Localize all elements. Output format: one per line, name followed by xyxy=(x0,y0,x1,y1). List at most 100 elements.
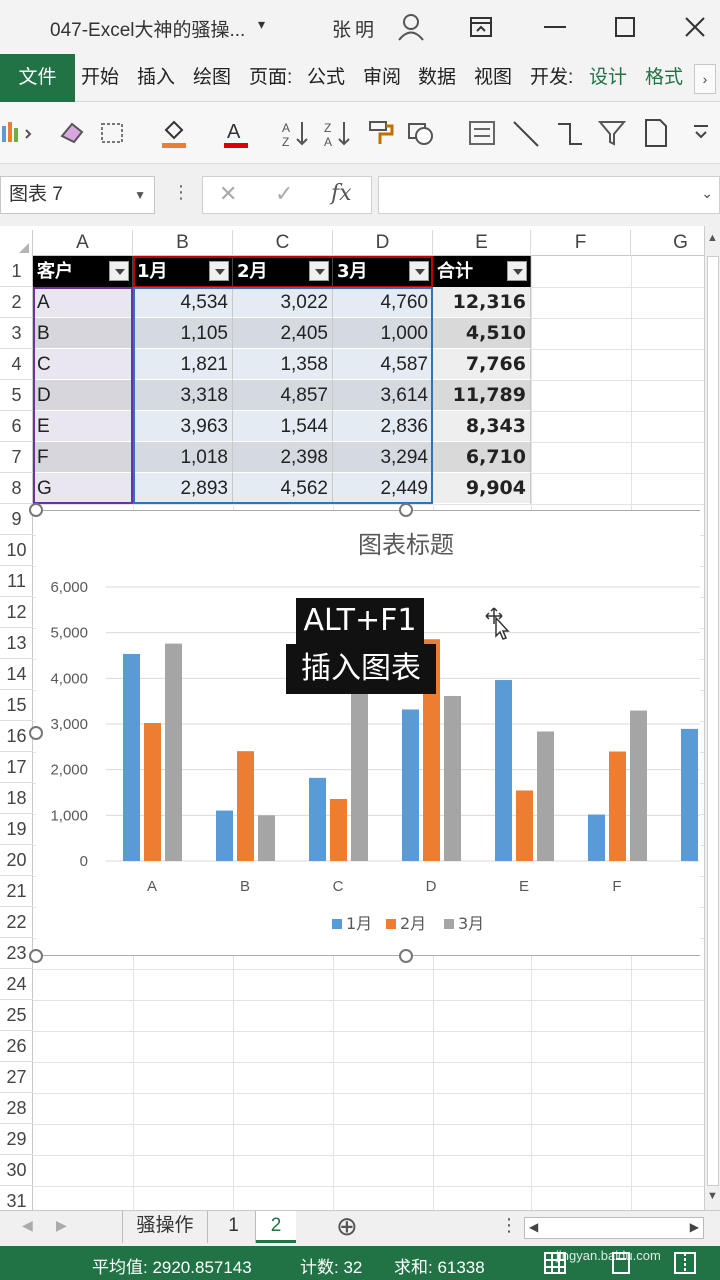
filter-dropdown-icon[interactable] xyxy=(209,261,229,281)
tab-page-layout[interactable]: 页面: xyxy=(249,54,292,102)
tab-design[interactable]: 设计 xyxy=(589,54,627,102)
filter-dropdown-icon[interactable] xyxy=(409,261,429,281)
ribbon-display-icon[interactable] xyxy=(466,12,496,42)
row-header[interactable]: 1 xyxy=(0,256,33,287)
table-cell[interactable]: 1,018 xyxy=(133,442,233,473)
next-sheet-icon[interactable]: ▶ xyxy=(56,1217,67,1234)
tab-file[interactable]: 文件 xyxy=(0,54,75,102)
row-header[interactable]: 18 xyxy=(0,783,33,814)
sheet-tab-active[interactable]: 2 xyxy=(256,1211,296,1243)
name-box-dropdown-icon[interactable]: ▼ xyxy=(134,177,146,213)
table-header-cell[interactable]: 客户 xyxy=(33,256,133,287)
chart-object[interactable]: 图表标题 0 1,000 2,000 3,000 4,000 5,000 6,000 A B C D E… xyxy=(36,510,704,956)
tab-home[interactable]: 开始 xyxy=(81,54,119,102)
table-cell[interactable]: 3,294 xyxy=(333,442,433,473)
chart-resize-handle[interactable] xyxy=(399,503,413,517)
document-icon[interactable] xyxy=(640,116,672,150)
table-cell[interactable]: 2,449 xyxy=(333,473,433,504)
connector-icon[interactable] xyxy=(554,116,586,150)
scroll-right-icon[interactable]: ▶ xyxy=(690,1220,699,1234)
row-header[interactable]: 3 xyxy=(0,318,33,349)
table-cell[interactable]: G xyxy=(33,473,133,504)
table-cell[interactable]: 4,534 xyxy=(133,287,233,318)
worksheet-grid[interactable]: ABCDEFG 1 2 3 4 5 6 7 8 9 10 11 12 13 14 15 16 17 18 19 20 2… xyxy=(0,226,704,1210)
row-header[interactable]: 20 xyxy=(0,845,33,876)
tab-developer[interactable]: 开发: xyxy=(530,54,573,102)
tab-scroll-right-icon[interactable]: › xyxy=(694,64,716,94)
selection-pane-icon[interactable] xyxy=(98,116,130,150)
row-header[interactable]: 15 xyxy=(0,690,33,721)
prev-sheet-icon[interactable]: ◀ xyxy=(22,1217,33,1234)
column-header[interactable]: C xyxy=(233,230,333,256)
row-header[interactable]: 5 xyxy=(0,380,33,411)
shapes-icon[interactable] xyxy=(406,116,438,150)
table-cell[interactable]: 4,510 xyxy=(433,318,531,349)
table-cell[interactable]: 6,710 xyxy=(433,442,531,473)
user-name[interactable]: 张明 xyxy=(332,15,378,42)
tab-view[interactable]: 视图 xyxy=(474,54,512,102)
scroll-up-icon[interactable]: ▲ xyxy=(707,232,718,244)
table-cell[interactable]: 4,587 xyxy=(333,349,433,380)
scroll-left-icon[interactable]: ◀ xyxy=(529,1220,538,1234)
table-header-cell[interactable]: 3月 xyxy=(333,256,433,287)
filter-icon[interactable] xyxy=(596,116,628,150)
formula-input[interactable]: ⌄ xyxy=(378,176,720,214)
column-header[interactable]: D xyxy=(333,230,433,256)
table-cell[interactable]: 1,544 xyxy=(233,411,333,442)
table-cell[interactable]: 1,358 xyxy=(233,349,333,380)
column-header[interactable]: B xyxy=(133,230,233,256)
customize-toolbar-icon[interactable] xyxy=(688,116,720,150)
column-header[interactable]: A xyxy=(33,230,133,256)
table-cell[interactable]: 4,857 xyxy=(233,380,333,411)
table-cell[interactable]: D xyxy=(33,380,133,411)
close-icon[interactable] xyxy=(680,12,710,42)
table-cell[interactable]: B xyxy=(33,318,133,349)
fill-color-icon[interactable] xyxy=(158,116,190,150)
expand-formula-icon[interactable]: ⌄ xyxy=(701,185,713,202)
horizontal-scrollbar[interactable]: ◀ ▶ xyxy=(524,1217,704,1239)
table-header-cell[interactable]: 1月 xyxy=(133,256,233,287)
scroll-thumb[interactable] xyxy=(707,256,719,1186)
row-header[interactable]: 8 xyxy=(0,473,33,504)
line-icon[interactable] xyxy=(510,116,542,150)
table-cell[interactable]: F xyxy=(33,442,133,473)
title-dropdown-icon[interactable]: ▾ xyxy=(258,16,265,33)
table-cell[interactable]: 3,963 xyxy=(133,411,233,442)
table-cell[interactable]: 11,789 xyxy=(433,380,531,411)
tab-splitter-icon[interactable]: ⋮ xyxy=(500,1215,518,1236)
row-header[interactable]: 27 xyxy=(0,1062,33,1093)
select-all-button[interactable] xyxy=(0,230,33,256)
font-color-icon[interactable]: A xyxy=(220,116,252,150)
row-header[interactable]: 2 xyxy=(0,287,33,318)
table-header-cell[interactable]: 合计 xyxy=(433,256,531,287)
column-header[interactable]: E xyxy=(433,230,531,256)
table-cell[interactable]: 3,022 xyxy=(233,287,333,318)
table-cell[interactable]: 2,836 xyxy=(333,411,433,442)
table-cell[interactable]: 2,405 xyxy=(233,318,333,349)
filter-dropdown-icon[interactable] xyxy=(507,261,527,281)
enter-icon[interactable]: ✓ xyxy=(275,181,293,207)
table-cell[interactable]: 7,766 xyxy=(433,349,531,380)
drag-handle-icon[interactable]: ⋮ xyxy=(172,182,190,203)
table-cell[interactable]: 2,893 xyxy=(133,473,233,504)
table-cell[interactable]: 4,760 xyxy=(333,287,433,318)
table-cell[interactable]: 9,904 xyxy=(433,473,531,504)
chart-resize-handle[interactable] xyxy=(399,949,413,963)
vertical-scrollbar[interactable]: ▲ ▼ xyxy=(704,226,720,1210)
name-box[interactable]: 图表 7 ▼ xyxy=(0,176,155,214)
table-cell[interactable]: 3,318 xyxy=(133,380,233,411)
cancel-icon[interactable]: ✕ xyxy=(219,181,237,207)
row-header[interactable]: 23 xyxy=(0,938,33,969)
page-break-view-icon[interactable] xyxy=(674,1252,696,1274)
row-header[interactable]: 22 xyxy=(0,907,33,938)
row-header[interactable]: 14 xyxy=(0,659,33,690)
table-cell[interactable]: 8,343 xyxy=(433,411,531,442)
insert-function-icon[interactable]: fx xyxy=(331,181,352,206)
row-header[interactable]: 29 xyxy=(0,1124,33,1155)
column-header[interactable]: F xyxy=(531,230,631,256)
tab-insert[interactable]: 插入 xyxy=(137,54,175,102)
sheet-tab[interactable]: 骚操作 xyxy=(122,1211,208,1243)
sheet-tab[interactable]: 1 xyxy=(212,1211,256,1243)
column-header[interactable]: G xyxy=(631,230,704,256)
table-cell[interactable]: 1,105 xyxy=(133,318,233,349)
